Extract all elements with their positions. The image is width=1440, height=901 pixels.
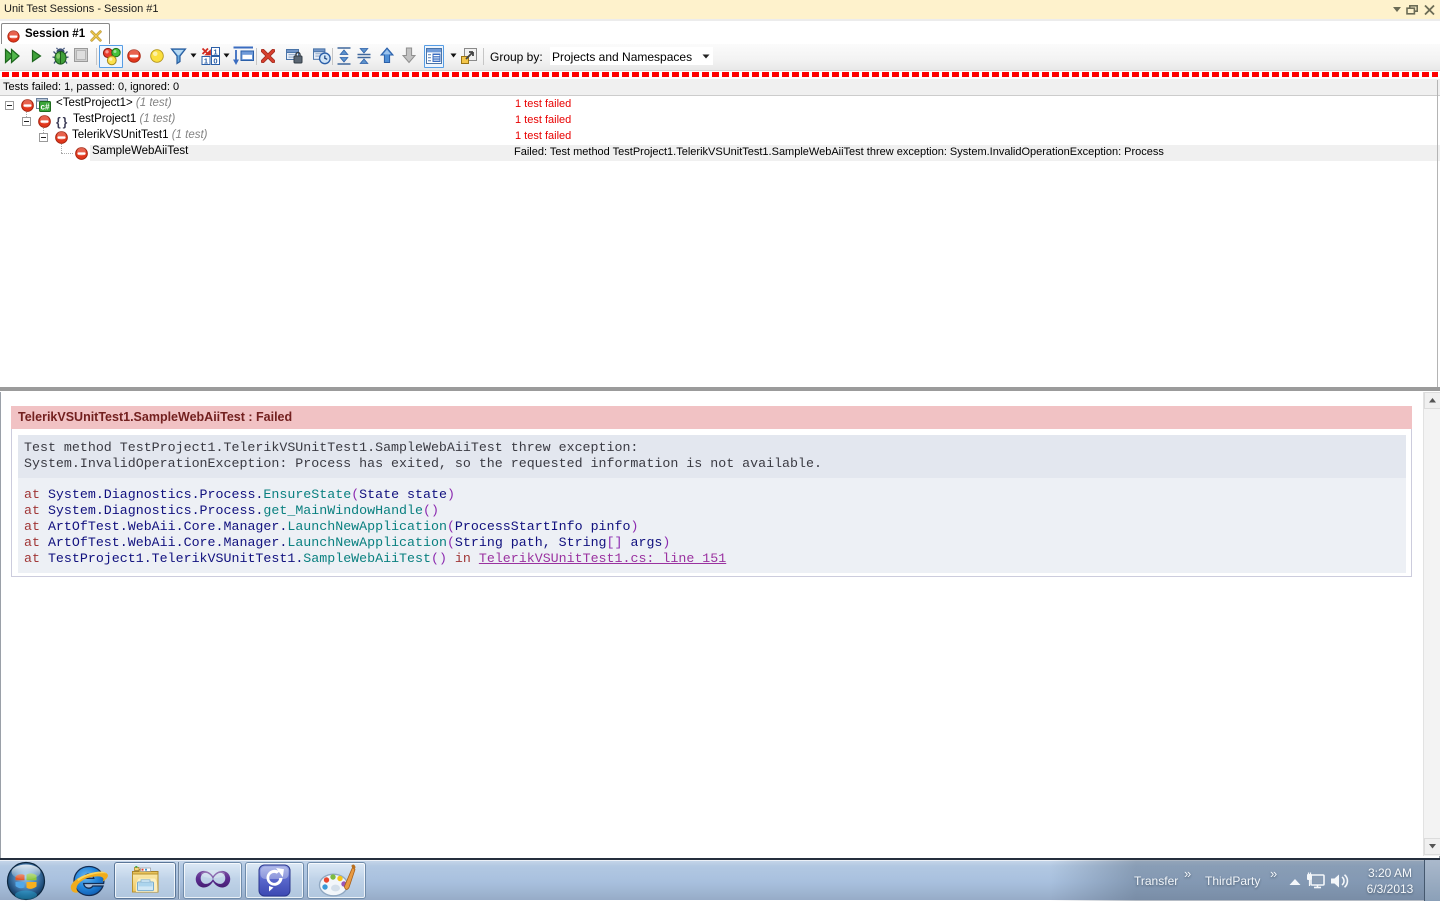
svg-text:1: 1 — [213, 47, 217, 56]
svg-text:0: 0 — [213, 56, 217, 65]
svg-text:1: 1 — [204, 56, 208, 65]
svg-text:c#: c# — [41, 103, 50, 112]
